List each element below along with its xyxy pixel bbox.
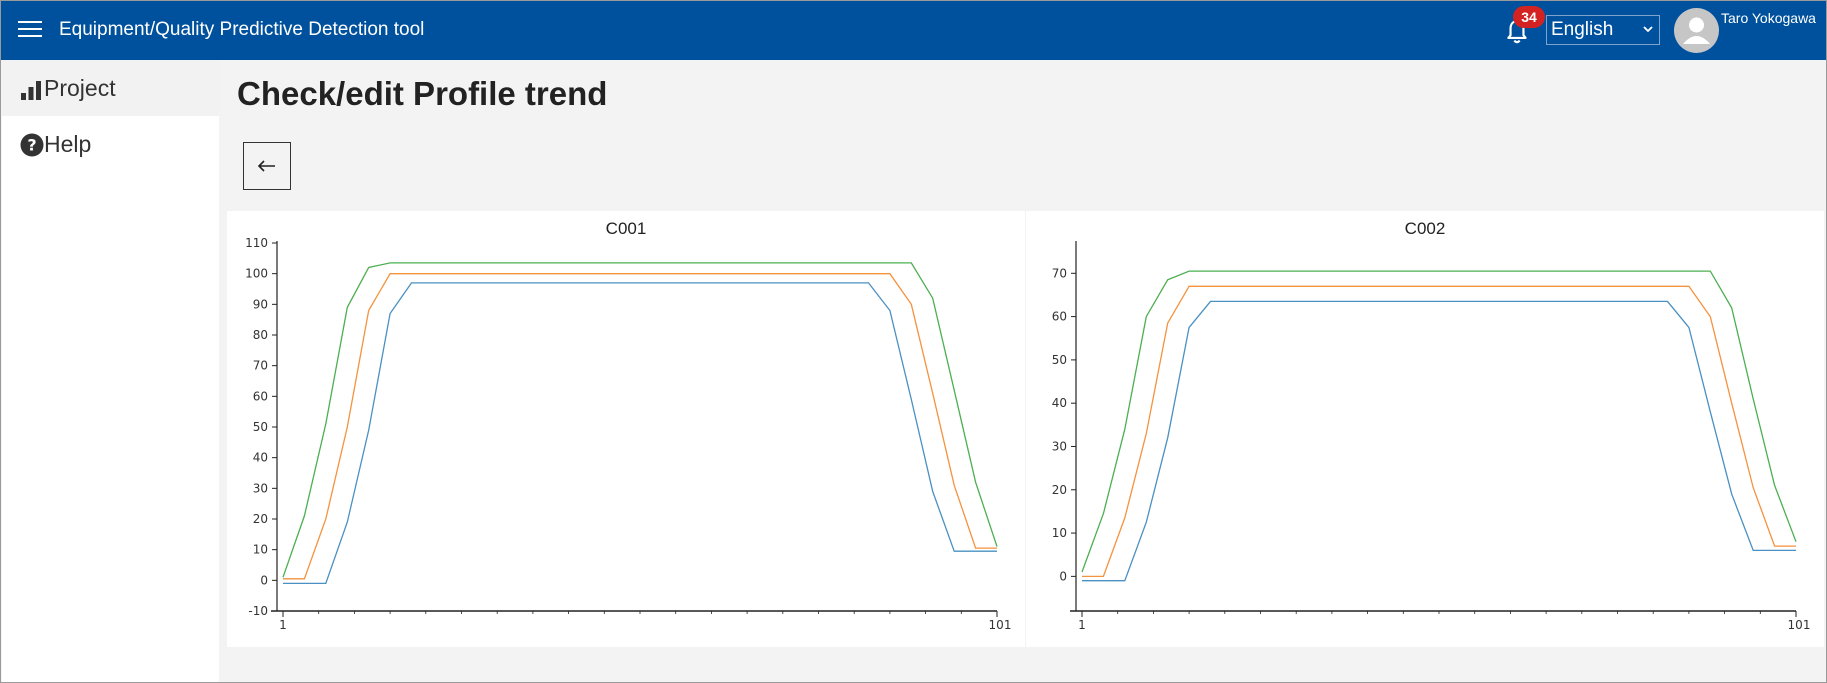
y-tick-label: 20 — [253, 512, 268, 526]
profile-trend-chart-c002: 0 10 20 30 40 50 60 70 1 101 — [1052, 241, 1811, 632]
y-tick-label: 60 — [1052, 310, 1067, 324]
app-title: Equipment/Quality Predictive Detection t… — [59, 19, 425, 40]
user-name: Taro Yokogawa — [1721, 10, 1816, 26]
sidebar-item-label: Project — [44, 75, 116, 101]
y-tick-label: 30 — [253, 481, 268, 495]
y-tick-label: 30 — [1052, 439, 1067, 453]
user-avatar[interactable] — [1674, 8, 1719, 53]
y-tick-label: 80 — [253, 328, 268, 342]
y-tick-label: 10 — [253, 543, 268, 557]
language-value: English — [1551, 19, 1614, 40]
y-tick-label: 20 — [1052, 483, 1067, 497]
bar-chart-icon — [21, 81, 41, 100]
series-line-2 — [283, 273, 997, 580]
x-tick-label: 1 — [279, 618, 287, 632]
sidebar-item-label: Help — [44, 131, 92, 157]
menu-icon[interactable] — [18, 21, 42, 39]
top-bar: Equipment/Quality Predictive Detection t… — [1, 1, 1826, 60]
y-tick-label: 10 — [1052, 526, 1067, 540]
arrow-left-icon — [257, 160, 275, 172]
svg-text:?: ? — [27, 136, 36, 155]
help-circle-icon: ? — [20, 133, 44, 157]
page-title: Check/edit Profile trend — [237, 75, 608, 112]
y-tick-label: 70 — [1052, 266, 1067, 280]
back-button[interactable] — [243, 142, 291, 190]
y-tick-label: 40 — [1052, 396, 1067, 410]
notification-count-badge: 34 — [1513, 6, 1545, 28]
x-tick-label: 101 — [1788, 618, 1811, 632]
y-tick-label: 70 — [253, 359, 268, 373]
y-tick-label: 40 — [253, 451, 268, 465]
series-line-3 — [1081, 270, 1797, 573]
x-tick-label: 1 — [1078, 618, 1086, 632]
chevron-down-icon — [1643, 26, 1653, 33]
y-tick-label: 50 — [1052, 353, 1067, 367]
y-tick-label: 90 — [253, 297, 268, 311]
sidebar: Project ? Help — [2, 60, 219, 682]
y-tick-label: 50 — [253, 420, 268, 434]
y-tick-label: 100 — [245, 267, 268, 281]
y-tick-label: 0 — [1059, 569, 1067, 583]
series-line-1 — [1082, 300, 1796, 582]
y-tick-label: -10 — [248, 604, 268, 618]
x-tick-label: 101 — [989, 618, 1012, 632]
y-tick-label: 60 — [253, 389, 268, 403]
user-icon — [1683, 17, 1710, 44]
language-select[interactable]: English — [1546, 15, 1660, 45]
y-tick-label: 0 — [260, 573, 268, 587]
profile-trend-chart-c001: -10 0 10 20 30 40 50 60 70 80 90 100 110 1 101 — [245, 236, 1012, 632]
series-line-1 — [283, 282, 997, 585]
y-tick-label: 110 — [245, 236, 268, 250]
sidebar-item-help[interactable]: ? Help — [2, 116, 219, 172]
sidebar-item-project[interactable]: Project — [2, 60, 219, 116]
